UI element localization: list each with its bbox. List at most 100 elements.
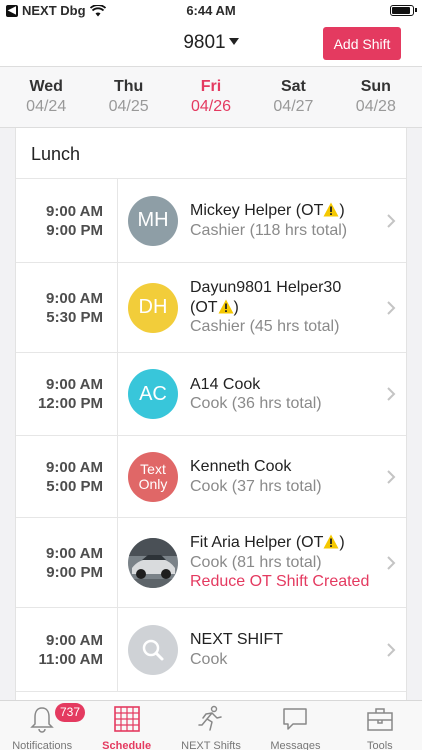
chevron-right-icon [387,469,396,484]
toolbox-icon [367,708,393,731]
shift-row[interactable]: 9:00 AM 9:00 PM MH Mickey Helper (OT) Ca… [16,179,406,263]
warning-icon [323,202,339,217]
employee-name-text: Mickey Helper (OT [190,202,324,219]
shift-info: Dayun9801 Helper30 (OT) Cashier (45 hrs … [190,278,380,337]
employee-name: (OT) [190,298,380,318]
tab-messages[interactable]: Messages [253,701,337,750]
employee-role: Cashier (45 hrs total) [190,318,340,336]
day-name: Thu [113,78,144,95]
status-time: 6:44 AM [186,3,236,18]
shift-end: 5:30 PM [46,308,103,326]
shift-time: 9:00 AM 11:00 AM [16,608,118,691]
shift-time: 9:00 AM 5:30 PM [16,263,118,352]
battery-icon [390,5,417,16]
employee-role: Cook [190,650,228,668]
shift-main: Fit Aria Helper (OT) Cook (81 hrs total)… [118,518,406,607]
shift-main: AC A14 Cook Cook (36 hrs total) [118,353,406,435]
warning-icon [323,534,339,549]
day-name: Fri [200,78,222,95]
day-date: 04/26 [190,98,232,115]
tab-label: NEXT Shifts [181,740,241,750]
employee-name: A14 Cook [190,375,261,393]
shift-row[interactable]: 9:00 AM 9:00 PM Fit Aria Helper (OT) Coo… [16,518,406,608]
shift-row[interactable]: 9:00 AM 5:30 PM DH Dayun9801 Helper30 (O… [16,263,406,353]
shift-end: 9:00 PM [46,563,103,581]
open-shift-avatar [128,624,178,675]
tab-notifications[interactable]: 737 Notifications [0,701,86,750]
day-tab-2[interactable]: Fri 04/26 [170,67,252,127]
name-suffix: ) [339,534,345,552]
shift-row[interactable]: 9:00 AM 11:00 AM NEXT SHIFT Cook [16,608,406,692]
warning-icon [218,299,234,314]
chevron-right-icon [387,300,396,315]
search-icon [142,639,164,660]
shift-time: 9:00 AM 12:00 PM [16,353,118,435]
avatar: AC [128,369,178,419]
status-bar: ◀ NEXT Dbg 6:44 AM [0,0,422,22]
tab-label: Messages [270,740,321,750]
shift-info: Kenneth Cook Cook (37 hrs total) [190,457,380,496]
shift-info: Mickey Helper (OT) Cashier (118 hrs tota… [190,201,380,240]
day-tab-4[interactable]: Sun 04/28 [335,67,417,127]
tab-next-shifts[interactable]: NEXT Shifts [169,701,253,750]
chevron-right-icon [387,213,396,228]
notification-badge: 737 [55,703,86,722]
shift-main: Text Only Kenneth Cook Cook (37 hrs tota… [118,436,406,517]
day-date: 04/24 [26,98,67,115]
day-date: 04/27 [273,98,314,115]
shift-row[interactable]: 9:00 AM 5:00 PM Text Only Kenneth Cook C… [16,436,406,518]
tab-label: Tools [366,740,393,750]
shift-end: 9:00 PM [46,221,103,239]
shift-info: NEXT SHIFT Cook [190,630,380,669]
shift-start: 9:00 AM [46,202,103,220]
employee-name-text: Fit Aria Helper (OT [190,534,324,552]
shift-time: 9:00 AM 9:00 PM [16,179,118,262]
avatar-text-line2: Only [138,475,168,492]
calendar-icon [113,706,140,732]
car-photo-avatar [128,537,178,588]
shift-main: DH Dayun9801 Helper30 (OT) Cashier (45 h… [118,263,406,352]
shift-start: 9:00 AM [46,631,103,649]
tab-tools[interactable]: Tools [338,701,422,750]
employee-name: Fit Aria Helper (OT) [190,533,380,553]
shift-end: 5:00 PM [46,477,103,495]
day-tab-3[interactable]: Sat 04/27 [252,67,334,127]
tab-label: Schedule [102,740,152,750]
avatar: DH [128,282,178,333]
chevron-right-icon [387,642,396,657]
day-name: Wed [29,78,63,95]
day-tab-1[interactable]: Thu 04/25 [87,67,169,127]
day-tab-0[interactable]: Wed 04/24 [5,67,87,127]
day-name: Sun [360,78,391,95]
shift-time: 9:00 AM 5:00 PM [16,436,118,517]
section-title: Lunch [16,128,406,179]
employee-role: Cook (37 hrs total) [190,477,322,495]
avatar: MH [128,195,178,246]
ot-alert-text: Reduce OT Shift Created [190,573,370,591]
shift-start: 9:00 AM [46,544,103,562]
day-name: Sat [280,78,306,95]
tab-label: Notifications [12,740,73,750]
chat-icon [283,708,308,730]
day-selector: Wed 04/24 Thu 04/25 Fri 04/26 Sat 04/27 Sun 0… [0,66,422,128]
store-number: 9801 [183,32,226,53]
shift-end: 12:00 PM [37,395,103,412]
employee-role: Cook (81 hrs total) [190,553,322,571]
day-date: 04/25 [108,98,149,115]
tab-schedule[interactable]: Schedule [84,701,168,750]
caret-down-icon [228,38,239,45]
chevron-right-icon [387,555,396,570]
shift-time: 9:00 AM 9:00 PM [16,518,118,607]
shift-row[interactable]: 9:00 AM 12:00 PM AC A14 Cook Cook (36 hr… [16,353,406,436]
shift-info: Fit Aria Helper (OT) Cook (81 hrs total)… [190,533,380,592]
shift-start: 9:00 AM [46,289,103,307]
shift-end: 11:00 AM [38,650,103,668]
car-photo [128,537,178,588]
avatar-text-line1: Text [140,460,166,477]
add-shift-button[interactable]: Add Shift [323,27,401,60]
tab-bar: 737 Notifications Schedule NEXT Shifts M… [0,700,422,750]
employee-name: Mickey Helper (OT) [190,201,380,221]
header: 9801 Add Shift [0,22,422,66]
shift-main: MH Mickey Helper (OT) Cashier (118 hrs t… [118,179,406,262]
bell-icon [30,707,55,733]
